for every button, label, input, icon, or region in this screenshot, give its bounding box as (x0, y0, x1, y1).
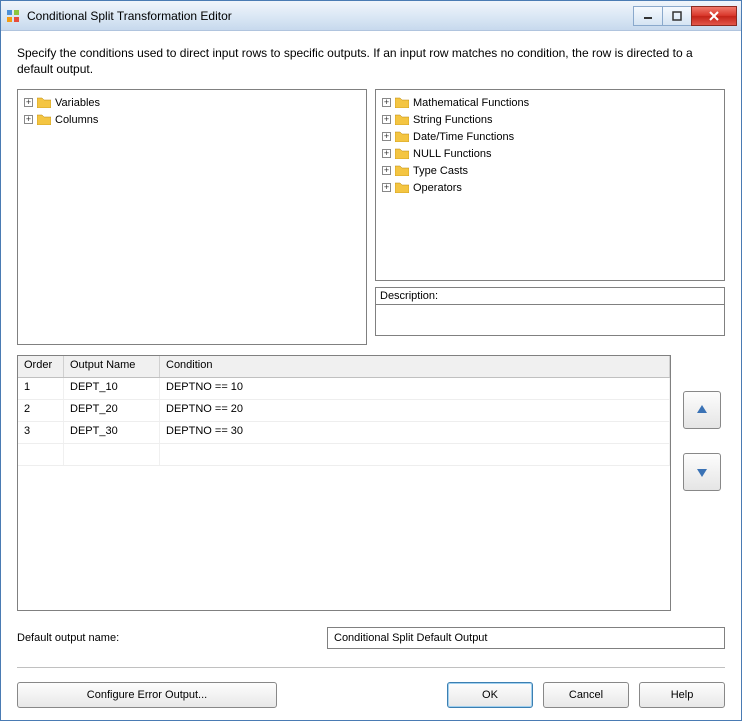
footer-divider (17, 667, 725, 668)
conditions-grid[interactable]: Order Output Name Condition 1DEPT_10DEPT… (17, 355, 671, 611)
arrow-up-icon (695, 403, 709, 417)
description-box (375, 304, 725, 336)
expand-icon[interactable]: + (24, 98, 33, 107)
cell-output-name[interactable]: DEPT_30 (64, 422, 160, 443)
window-title: Conditional Split Transformation Editor (27, 9, 634, 23)
help-button[interactable]: Help (639, 682, 725, 708)
app-icon (5, 8, 21, 24)
variables-columns-tree[interactable]: + Variables + Columns (17, 89, 367, 345)
grid-header: Order Output Name Condition (18, 356, 670, 378)
expand-icon[interactable]: + (382, 132, 391, 141)
tree-item[interactable]: + Columns (24, 111, 360, 128)
header-output-name: Output Name (64, 356, 160, 377)
folder-icon (395, 131, 409, 142)
default-output-input[interactable] (327, 627, 725, 649)
move-down-button[interactable] (683, 453, 721, 491)
header-condition: Condition (160, 356, 670, 377)
tree-item-label: Columns (55, 114, 98, 126)
instructions-text: Specify the conditions used to direct in… (17, 45, 725, 77)
tree-item-label: Date/Time Functions (413, 131, 514, 143)
tree-item-label: NULL Functions (413, 148, 491, 160)
cancel-button[interactable]: Cancel (543, 682, 629, 708)
table-row[interactable]: 1DEPT_10DEPTNO == 10 (18, 378, 670, 400)
tree-item[interactable]: + Date/Time Functions (382, 128, 718, 145)
folder-icon (37, 114, 51, 125)
ok-button[interactable]: OK (447, 682, 533, 708)
tree-item[interactable]: + String Functions (382, 111, 718, 128)
tree-item[interactable]: + Variables (24, 94, 360, 111)
folder-icon (395, 148, 409, 159)
tree-item[interactable]: + Operators (382, 179, 718, 196)
expand-icon[interactable]: + (382, 166, 391, 175)
cell-condition[interactable]: DEPTNO == 20 (160, 400, 670, 421)
table-row[interactable]: 2DEPT_20DEPTNO == 20 (18, 400, 670, 422)
expand-icon[interactable]: + (382, 115, 391, 124)
folder-icon (395, 182, 409, 193)
folder-icon (395, 114, 409, 125)
expand-icon[interactable]: + (382, 183, 391, 192)
move-up-button[interactable] (683, 391, 721, 429)
folder-icon (395, 97, 409, 108)
window-controls (634, 6, 737, 26)
functions-tree[interactable]: + Mathematical Functions + String Functions… (375, 89, 725, 281)
tree-item[interactable]: + Mathematical Functions (382, 94, 718, 111)
expand-icon[interactable]: + (24, 115, 33, 124)
tree-item-label: Type Casts (413, 165, 468, 177)
tree-item[interactable]: + NULL Functions (382, 145, 718, 162)
tree-item-label: Mathematical Functions (413, 97, 529, 109)
minimize-button[interactable] (633, 6, 663, 26)
maximize-button[interactable] (662, 6, 692, 26)
cell-order[interactable]: 1 (18, 378, 64, 399)
tree-item-label: Operators (413, 182, 462, 194)
cell-output-name[interactable]: DEPT_10 (64, 378, 160, 399)
header-order: Order (18, 356, 64, 377)
default-output-label: Default output name: (17, 632, 317, 644)
table-row[interactable]: 3DEPT_30DEPTNO == 30 (18, 422, 670, 444)
tree-item[interactable]: + Type Casts (382, 162, 718, 179)
tree-item-label: String Functions (413, 114, 492, 126)
arrow-down-icon (695, 465, 709, 479)
folder-icon (37, 97, 51, 108)
cell-condition[interactable]: DEPTNO == 10 (160, 378, 670, 399)
expand-icon[interactable]: + (382, 98, 391, 107)
titlebar: Conditional Split Transformation Editor (1, 1, 741, 31)
close-button[interactable] (691, 6, 737, 26)
expand-icon[interactable]: + (382, 149, 391, 158)
tree-item-label: Variables (55, 97, 100, 109)
description-label: Description: (375, 287, 725, 304)
folder-icon (395, 165, 409, 176)
cell-output-name[interactable]: DEPT_20 (64, 400, 160, 421)
cell-order[interactable]: 2 (18, 400, 64, 421)
cell-condition[interactable]: DEPTNO == 30 (160, 422, 670, 443)
configure-error-output-button[interactable]: Configure Error Output... (17, 682, 277, 708)
cell-order[interactable]: 3 (18, 422, 64, 443)
table-row-empty[interactable] (18, 444, 670, 466)
